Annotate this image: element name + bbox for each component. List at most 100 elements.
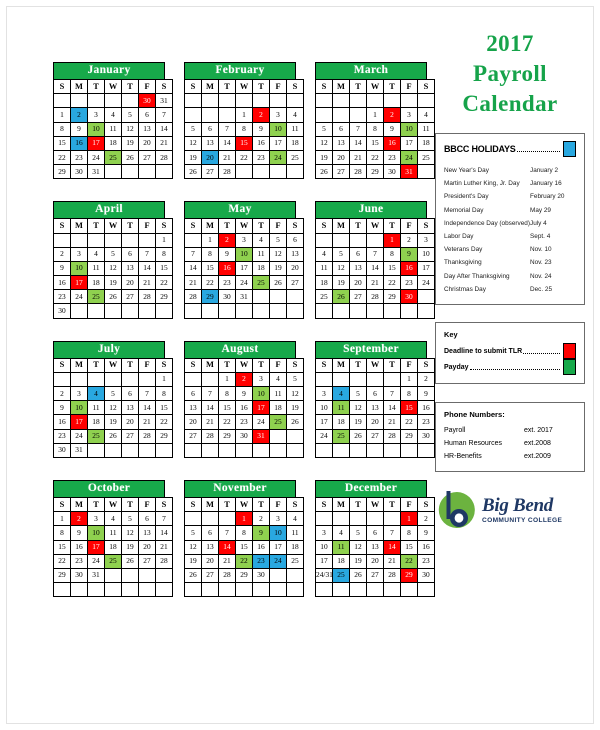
day-cell[interactable]: 12 bbox=[332, 260, 350, 277]
day-cell[interactable]: 13 bbox=[366, 400, 384, 416]
day-cell[interactable]: 3 bbox=[70, 246, 88, 262]
day-cell[interactable]: 11 bbox=[417, 121, 435, 137]
day-cell[interactable]: 27 bbox=[349, 289, 367, 305]
day-cell[interactable]: 17 bbox=[87, 135, 105, 151]
day-cell[interactable]: 2 bbox=[417, 511, 435, 527]
day-cell[interactable]: 28 bbox=[366, 289, 384, 305]
day-cell[interactable]: 14 bbox=[218, 539, 236, 555]
day-cell[interactable]: 29 bbox=[218, 428, 236, 444]
day-cell[interactable]: 4 bbox=[269, 371, 287, 388]
day-cell[interactable]: 20 bbox=[138, 539, 156, 555]
day-cell[interactable]: 5 bbox=[332, 246, 350, 262]
day-cell[interactable]: 1 bbox=[400, 371, 418, 388]
day-cell[interactable]: 27 bbox=[201, 164, 219, 180]
day-cell[interactable]: 25 bbox=[417, 149, 435, 166]
day-cell[interactable]: 15 bbox=[218, 400, 236, 416]
day-cell[interactable]: 3 bbox=[400, 107, 418, 123]
day-cell[interactable]: 21 bbox=[218, 149, 236, 166]
day-cell[interactable]: 19 bbox=[104, 275, 122, 291]
day-cell[interactable]: 27 bbox=[138, 553, 156, 569]
day-cell[interactable]: 19 bbox=[349, 414, 367, 430]
day-cell[interactable]: 20 bbox=[201, 149, 219, 166]
day-cell[interactable]: 19 bbox=[286, 400, 304, 416]
day-cell[interactable]: 30 bbox=[53, 303, 71, 319]
day-cell[interactable]: 16 bbox=[417, 400, 435, 416]
day-cell[interactable]: 22 bbox=[155, 275, 173, 291]
day-cell[interactable]: 5 bbox=[121, 511, 139, 527]
day-cell[interactable]: 7 bbox=[138, 246, 156, 262]
day-cell[interactable]: 10 bbox=[269, 525, 287, 541]
day-cell[interactable]: 27 bbox=[121, 289, 139, 305]
day-cell[interactable]: 30 bbox=[53, 442, 71, 458]
day-cell[interactable]: 23 bbox=[53, 428, 71, 444]
day-cell[interactable]: 6 bbox=[138, 107, 156, 123]
day-cell[interactable]: 24 bbox=[315, 428, 333, 444]
day-cell[interactable]: 1 bbox=[235, 107, 253, 123]
day-cell[interactable]: 29 bbox=[155, 289, 173, 305]
day-cell[interactable]: 8 bbox=[235, 525, 253, 541]
day-cell[interactable]: 1 bbox=[218, 371, 236, 388]
day-cell[interactable]: 22 bbox=[155, 414, 173, 430]
day-cell[interactable]: 12 bbox=[349, 539, 367, 555]
day-cell[interactable]: 26 bbox=[184, 567, 202, 584]
day-cell[interactable]: 24 bbox=[235, 275, 253, 291]
day-cell[interactable]: 4 bbox=[87, 246, 105, 262]
day-cell[interactable]: 30 bbox=[218, 289, 236, 305]
day-cell[interactable]: 25 bbox=[269, 414, 287, 430]
day-cell[interactable]: 11 bbox=[104, 525, 122, 541]
day-cell[interactable]: 17 bbox=[70, 414, 88, 430]
day-cell[interactable]: 19 bbox=[269, 260, 287, 277]
day-cell[interactable]: 26 bbox=[349, 428, 367, 444]
day-cell[interactable]: 15 bbox=[53, 539, 71, 555]
day-cell[interactable]: 28 bbox=[138, 289, 156, 305]
day-cell[interactable]: 22 bbox=[235, 149, 253, 166]
day-cell[interactable]: 14 bbox=[366, 260, 384, 277]
day-cell[interactable]: 26 bbox=[286, 414, 304, 430]
day-cell[interactable]: 16 bbox=[383, 135, 401, 151]
day-cell[interactable]: 2 bbox=[235, 371, 253, 388]
day-cell[interactable]: 5 bbox=[286, 371, 304, 388]
day-cell[interactable]: 26 bbox=[349, 567, 367, 584]
day-cell[interactable]: 16 bbox=[252, 539, 270, 555]
day-cell[interactable]: 23 bbox=[235, 414, 253, 430]
day-cell[interactable]: 11 bbox=[87, 260, 105, 277]
day-cell[interactable]: 30 bbox=[70, 567, 88, 584]
day-cell[interactable]: 22 bbox=[53, 553, 71, 569]
day-cell[interactable]: 15 bbox=[400, 400, 418, 416]
day-cell[interactable]: 7 bbox=[218, 121, 236, 137]
day-cell[interactable]: 2 bbox=[70, 511, 88, 527]
day-cell[interactable]: 3 bbox=[70, 385, 88, 402]
day-cell[interactable]: 21 bbox=[155, 539, 173, 555]
day-cell[interactable]: 27 bbox=[138, 149, 156, 166]
day-cell[interactable]: 8 bbox=[53, 121, 71, 137]
day-cell[interactable]: 23 bbox=[53, 289, 71, 305]
day-cell[interactable]: 18 bbox=[104, 539, 122, 555]
day-cell[interactable]: 8 bbox=[218, 385, 236, 402]
day-cell[interactable]: 29 bbox=[53, 567, 71, 584]
day-cell[interactable]: 24 bbox=[269, 553, 287, 569]
day-cell[interactable]: 1 bbox=[400, 511, 418, 527]
day-cell[interactable]: 12 bbox=[104, 260, 122, 277]
day-cell[interactable]: 1 bbox=[155, 232, 173, 248]
day-cell[interactable]: 7 bbox=[349, 121, 367, 137]
day-cell[interactable]: 2 bbox=[383, 107, 401, 123]
day-cell[interactable]: 14 bbox=[383, 400, 401, 416]
day-cell[interactable]: 6 bbox=[121, 246, 139, 262]
day-cell[interactable]: 31 bbox=[252, 428, 270, 444]
day-cell[interactable]: 19 bbox=[315, 149, 333, 166]
day-cell[interactable]: 28 bbox=[218, 164, 236, 180]
day-cell[interactable]: 14 bbox=[155, 121, 173, 137]
day-cell[interactable]: 16 bbox=[53, 414, 71, 430]
day-cell[interactable]: 24 bbox=[70, 289, 88, 305]
day-cell[interactable]: 25 bbox=[87, 289, 105, 305]
day-cell[interactable]: 16 bbox=[235, 400, 253, 416]
day-cell[interactable]: 7 bbox=[155, 107, 173, 123]
day-cell[interactable]: 29 bbox=[400, 567, 418, 584]
day-cell[interactable]: 14 bbox=[138, 400, 156, 416]
day-cell[interactable]: 15 bbox=[366, 135, 384, 151]
day-cell[interactable]: 23 bbox=[417, 414, 435, 430]
day-cell[interactable]: 23 bbox=[218, 275, 236, 291]
day-cell[interactable]: 15 bbox=[155, 400, 173, 416]
day-cell[interactable]: 18 bbox=[269, 400, 287, 416]
day-cell[interactable]: 26 bbox=[121, 149, 139, 166]
